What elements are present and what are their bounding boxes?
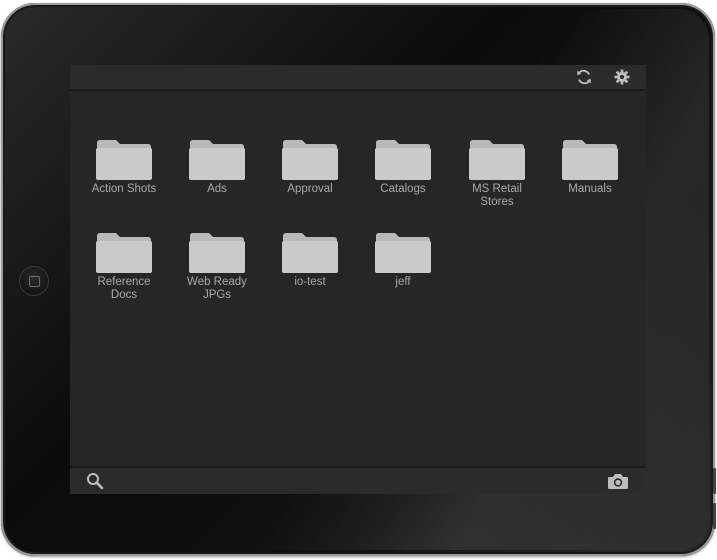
folder-label: Ads (207, 183, 227, 195)
folder-item[interactable]: io-test (274, 232, 346, 289)
refresh-icon (577, 69, 591, 85)
settings-button[interactable] (611, 66, 633, 88)
folder-icon (375, 233, 431, 273)
folder-label: Web Ready JPGs (187, 276, 247, 301)
folder-item[interactable]: Approval (274, 139, 346, 196)
folder-label: Approval (287, 183, 333, 195)
search-icon (87, 473, 104, 490)
bottom-toolbar (70, 466, 646, 494)
folder-item[interactable]: jeff (367, 232, 439, 289)
folder-item[interactable]: Manuals (554, 139, 626, 196)
folder-item[interactable]: Reference Docs (88, 232, 160, 302)
folder-label: Reference Docs (97, 276, 151, 301)
app-screen: Action Shots Ads Approval Catalogs MS Re… (70, 65, 646, 494)
folder-icon (562, 140, 618, 180)
folder-label: MS Retail Stores (472, 183, 522, 208)
folder-icon (282, 233, 338, 273)
folder-item[interactable]: Web Ready JPGs (181, 232, 253, 302)
home-square-icon (29, 276, 40, 287)
volume-button (713, 468, 716, 494)
search-button[interactable] (84, 470, 106, 492)
camera-button[interactable] (607, 470, 629, 492)
folder-icon (189, 140, 245, 180)
folder-label: Manuals (568, 183, 612, 195)
folder-label: Catalogs (380, 183, 426, 195)
home-button[interactable] (19, 266, 49, 296)
folder-icon (375, 140, 431, 180)
folder-icon (469, 140, 525, 180)
folder-label: jeff (395, 276, 411, 288)
folder-icon (189, 233, 245, 273)
folder-item[interactable]: Action Shots (88, 139, 160, 196)
top-toolbar (70, 65, 646, 91)
folder-item[interactable]: Catalogs (367, 139, 439, 196)
folder-label: io-test (294, 276, 326, 288)
gear-icon (614, 69, 630, 85)
folder-icon (96, 140, 152, 180)
folder-item[interactable]: Ads (181, 139, 253, 196)
folder-icon (282, 140, 338, 180)
volume-button-2 (713, 503, 716, 529)
folder-label: Action Shots (91, 183, 157, 195)
camera-icon (608, 474, 628, 489)
folder-item[interactable]: MS Retail Stores (461, 139, 533, 209)
refresh-button[interactable] (573, 66, 595, 88)
folder-icon (96, 233, 152, 273)
